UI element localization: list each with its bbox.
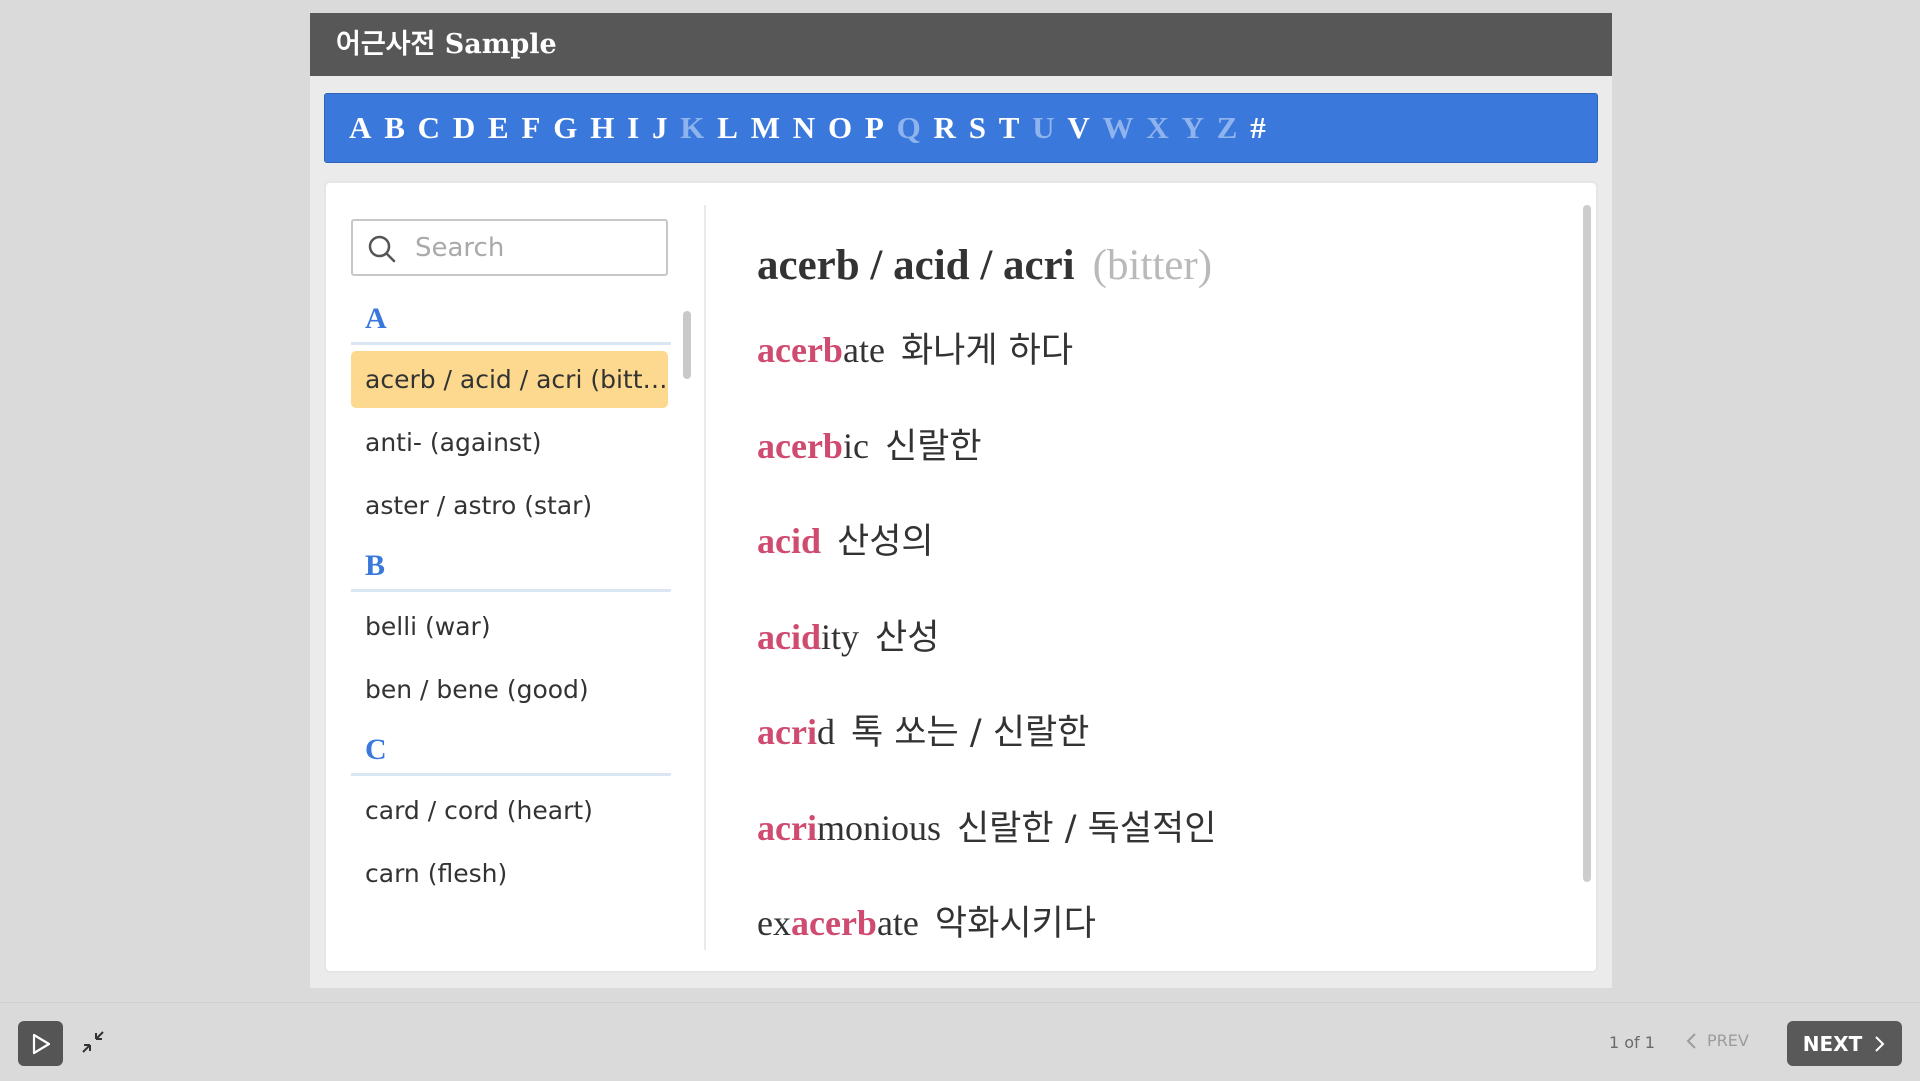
letter-z: Z <box>1216 110 1238 145</box>
entry-meaning: (bitter) <box>1092 242 1213 289</box>
entry-title: acerb / acid / acri (bitter) <box>757 241 1557 303</box>
word-root-highlight: acid <box>757 521 822 561</box>
next-label: NEXT <box>1802 1031 1863 1056</box>
root-list[interactable]: Aacerb / acid / acri (bitter) anti- (agai… <box>351 293 671 963</box>
letter-s[interactable]: S <box>969 110 986 146</box>
word-root-highlight: acerb <box>790 903 877 943</box>
letter-o[interactable]: O <box>828 110 852 146</box>
letter-c[interactable]: C <box>418 110 440 146</box>
word-definition: 신랄한 <box>884 426 982 467</box>
letter-l[interactable]: L <box>717 110 738 146</box>
root-list-item[interactable]: anti- (against) <box>351 414 668 471</box>
root-list-item[interactable]: belli (war) <box>351 598 668 655</box>
word-definition: 화나게 하다 <box>900 331 1074 371</box>
app-title: 어근사전 Sample <box>310 13 1612 76</box>
letter-w: W <box>1102 110 1134 145</box>
word-row: acrid 톡 쏘는 / 신랄한 <box>757 685 1557 781</box>
letter-k: K <box>680 110 705 145</box>
word-suffix: d <box>816 712 835 752</box>
root-list-item[interactable]: aster / astro (star) <box>351 477 668 534</box>
alphabet-nav: A B C D E F G H I J K L M N O P Q R S T U V W X Y Z # <box>324 93 1598 163</box>
letter-e[interactable]: E <box>488 110 509 146</box>
word-definition: 산성 <box>875 617 940 658</box>
letter-p[interactable]: P <box>865 110 884 146</box>
prev-label: PREV <box>1707 1031 1749 1050</box>
next-button[interactable]: NEXT <box>1787 1021 1902 1066</box>
letter-q: Q <box>896 110 921 145</box>
search-box[interactable] <box>351 219 668 276</box>
group-heading: C <box>351 724 671 776</box>
search-input[interactable] <box>413 229 657 267</box>
player-footer: 1 of 1 PREV NEXT <box>0 1002 1920 1081</box>
letter-y: Y <box>1181 110 1204 145</box>
root-list-item[interactable]: ben / bene (good) <box>351 661 668 718</box>
content-scrollbar[interactable] <box>1583 205 1591 882</box>
word-row: acerbate 화나게 하다 <box>757 303 1557 399</box>
word-suffix: ate <box>842 330 885 370</box>
word-prefix: ex <box>757 903 791 943</box>
word-root-highlight: acerb <box>757 425 843 466</box>
letter-v[interactable]: V <box>1067 110 1089 146</box>
letter-n[interactable]: N <box>793 110 815 146</box>
letter-r[interactable]: R <box>934 110 956 146</box>
chevron-right-icon <box>1875 1035 1885 1052</box>
letter-f[interactable]: F <box>522 110 541 146</box>
letter-x: X <box>1146 110 1169 145</box>
root-list-item[interactable]: carn (flesh) <box>351 845 668 902</box>
group-heading: A <box>351 293 671 345</box>
play-button[interactable] <box>18 1021 63 1066</box>
root-list-item[interactable]: card / cord (heart) <box>351 782 668 839</box>
word-row: exacerbate 악화시키다 <box>757 876 1557 963</box>
letter-u: U <box>1032 110 1055 145</box>
word-definition: 신랄한 / 독설적인 <box>956 808 1217 849</box>
word-row: acidity 산성 <box>757 590 1557 686</box>
dictionary-panel: Aacerb / acid / acri (bitter) anti- (agai… <box>324 181 1598 973</box>
root-list-item[interactable]: acerb / acid / acri (bitter) <box>351 351 668 408</box>
group-heading: B <box>351 540 671 592</box>
prev-button[interactable]: PREV <box>1685 1031 1749 1050</box>
word-definition: 악화시키다 <box>934 904 1096 944</box>
word-suffix: ic <box>842 425 869 466</box>
letter-d[interactable]: D <box>453 110 475 146</box>
letter-j[interactable]: J <box>652 110 668 146</box>
divider <box>704 205 706 950</box>
word-row: acid 산성의 <box>757 494 1557 590</box>
list-scrollbar[interactable] <box>683 311 691 379</box>
word-root-highlight: acerb <box>757 330 843 370</box>
word-row: acrimonious 신랄한 / 독설적인 <box>757 781 1557 877</box>
word-suffix: monious <box>816 807 941 848</box>
search-icon <box>368 235 396 263</box>
letter-m[interactable]: M <box>751 110 780 146</box>
collapse-icon[interactable] <box>80 1029 106 1055</box>
word-row: acerbic 신랄한 <box>757 399 1557 495</box>
page-count: 1 of 1 <box>1609 1033 1655 1052</box>
word-definition: 톡 쏘는 / 신랄한 <box>850 713 1090 753</box>
slide: 어근사전 Sample A B C D E F G H I J K L M N O P Q R S T U V W X Y Z # … <box>310 13 1612 988</box>
entry-root: acerb / acid / acri <box>757 242 1075 289</box>
word-definition: 산성의 <box>837 522 934 562</box>
letter-h[interactable]: H <box>590 110 614 146</box>
word-list: acerbate 화나게 하다 acerbic 신랄한 acid 산성의 acidity 산성… <box>757 303 1557 963</box>
letter-a[interactable]: A <box>349 110 371 146</box>
letter-g[interactable]: G <box>553 110 577 146</box>
word-root-highlight: acri <box>757 712 817 752</box>
letter-b[interactable]: B <box>384 110 405 146</box>
word-root-highlight: acid <box>757 616 822 657</box>
chevron-left-icon <box>1686 1032 1696 1049</box>
word-suffix: ity <box>821 616 860 657</box>
letter-i[interactable]: I <box>627 110 639 146</box>
letter-t[interactable]: T <box>999 110 1020 146</box>
word-root-highlight: acri <box>757 807 817 848</box>
play-icon <box>32 1033 50 1054</box>
entry-content: acerb / acid / acri (bitter) acerbate 화나게 … <box>757 213 1557 963</box>
letter-hash[interactable]: # <box>1250 110 1266 146</box>
word-suffix: ate <box>876 903 919 943</box>
